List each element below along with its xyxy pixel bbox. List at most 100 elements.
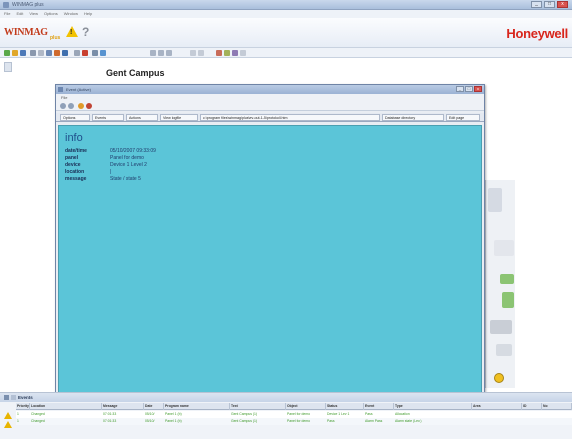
- app-icon[interactable]: [3, 2, 9, 8]
- winmag-plus-logo: plus: [50, 35, 61, 41]
- cell-status: Pass: [327, 419, 335, 423]
- paste-icon[interactable]: [54, 50, 60, 56]
- info-key: date/time: [65, 148, 87, 154]
- event-menu-file[interactable]: File: [61, 95, 67, 100]
- menu-help[interactable]: Help: [84, 10, 92, 18]
- column-header[interactable]: Status: [326, 403, 364, 410]
- event-window: Event (Active) _ □ x File Options Events…: [55, 84, 485, 396]
- cell-text: Gent Campus (1): [231, 412, 258, 416]
- dock-icon[interactable]: [11, 395, 16, 400]
- settings-icon[interactable]: [92, 50, 98, 56]
- info-key: device: [65, 162, 81, 168]
- refresh-icon[interactable]: [82, 50, 88, 56]
- cell-status: Device 1 Lev 1: [327, 412, 350, 416]
- cell-program: Panel 1 (b): [165, 412, 182, 416]
- detector-icon[interactable]: [494, 373, 504, 383]
- stop-icon[interactable]: [78, 103, 84, 109]
- maximize-button[interactable]: □: [544, 1, 555, 8]
- column-header[interactable]: Object: [286, 403, 326, 410]
- table-row[interactable]: 1 Changed 07:01:33 05/10/ Panel 1 (b) Ge…: [16, 418, 572, 425]
- tool-icon[interactable]: [232, 50, 238, 56]
- cell-event: Alarm Pass: [365, 419, 383, 423]
- menu-window[interactable]: Window: [64, 10, 78, 18]
- window-title: WINMAG plus: [12, 2, 44, 8]
- tab-edit-page[interactable]: Edit page: [446, 114, 480, 121]
- cell-event: Pass: [365, 412, 373, 416]
- menu-bar: File Edit View Options Window Help: [0, 10, 572, 18]
- canvas-handle[interactable]: [4, 62, 12, 72]
- tool-icon[interactable]: [158, 50, 164, 56]
- copy-icon[interactable]: [46, 50, 52, 56]
- column-header[interactable]: Message: [102, 403, 144, 410]
- save-icon[interactable]: [20, 50, 26, 56]
- menu-file[interactable]: File: [4, 10, 10, 18]
- tool-icon[interactable]: [224, 50, 230, 56]
- print-icon[interactable]: [30, 50, 36, 56]
- delete-icon[interactable]: [62, 50, 68, 56]
- tool-icon[interactable]: [150, 50, 156, 56]
- window-title-bar: WINMAG plus _ □ x: [0, 0, 572, 10]
- tool-icon[interactable]: [216, 50, 222, 56]
- event-window-icon: [58, 87, 63, 92]
- pin-icon[interactable]: [4, 395, 9, 400]
- tab-events[interactable]: Events: [92, 114, 124, 121]
- close-button[interactable]: x: [557, 1, 568, 8]
- tab-options[interactable]: Options: [60, 114, 90, 121]
- help-icon[interactable]: ?: [82, 25, 89, 39]
- column-header[interactable]: Priority: [16, 403, 30, 410]
- tool-icon[interactable]: [190, 50, 196, 56]
- column-header[interactable]: Program name: [164, 403, 230, 410]
- zoom-icon[interactable]: [74, 50, 80, 56]
- minimize-button[interactable]: _: [531, 1, 542, 8]
- cell-message: 07:01:33: [103, 412, 117, 416]
- tool-icon[interactable]: [198, 50, 204, 56]
- column-header[interactable]: Date: [144, 403, 164, 410]
- column-header[interactable]: Type: [394, 403, 472, 410]
- menu-options[interactable]: Options: [44, 10, 58, 18]
- warning-mark: !: [70, 29, 73, 36]
- floor-plan-block: [490, 320, 512, 334]
- menu-edit[interactable]: Edit: [16, 10, 23, 18]
- column-header[interactable]: Location: [30, 403, 102, 410]
- tab-view-logfile[interactable]: View logfile: [160, 114, 198, 121]
- home-icon[interactable]: [86, 103, 92, 109]
- cell-date: 05/10/: [145, 412, 155, 416]
- event-close-button[interactable]: x: [474, 86, 482, 92]
- info-panel: info date/time 05/10/2007 09:33:09 panel…: [58, 125, 482, 394]
- table-row[interactable]: 1 Changed 07:01:33 05/10/ Panel 1 (b) Ge…: [16, 411, 572, 418]
- info-value: Panel for demo: [110, 155, 144, 161]
- open-icon[interactable]: [12, 50, 18, 56]
- cell-location: Changed: [31, 419, 45, 423]
- back-icon[interactable]: [60, 103, 66, 109]
- floor-plan[interactable]: [485, 180, 515, 388]
- column-header[interactable]: ID: [522, 403, 542, 410]
- column-header[interactable]: Area: [472, 403, 522, 410]
- column-header[interactable]: Text: [230, 403, 286, 410]
- column-header[interactable]: Event: [364, 403, 394, 410]
- cell-location: Changed: [31, 412, 45, 416]
- events-panel: Events Priority Location Message Date Pr…: [0, 392, 572, 439]
- floor-plan-block: [500, 274, 514, 284]
- new-icon[interactable]: [4, 50, 10, 56]
- logo-bar: WINMAG plus ! ? Honeywell: [0, 18, 572, 48]
- cell-program: Panel 1 (b): [165, 419, 182, 423]
- tool-icon[interactable]: [166, 50, 172, 56]
- tab-database-directory[interactable]: Database directory: [382, 114, 444, 121]
- honeywell-logo: Honeywell: [506, 26, 568, 41]
- tab-logfile-path[interactable]: c:\program files\winmag\plus\ev-out-1-5\…: [200, 114, 380, 121]
- info-key: location: [65, 169, 85, 175]
- info-heading: info: [65, 132, 83, 144]
- cut-icon[interactable]: [38, 50, 44, 56]
- events-table-header: Priority Location Message Date Program n…: [16, 403, 572, 410]
- cell-type: Alarm state (Lev.): [395, 419, 422, 423]
- layers-icon[interactable]: [100, 50, 106, 56]
- column-header[interactable]: No: [542, 403, 572, 410]
- event-menu-bar: File: [56, 94, 484, 101]
- tab-actions[interactable]: Actions: [126, 114, 158, 121]
- event-minimize-button[interactable]: _: [456, 86, 464, 92]
- menu-view[interactable]: View: [29, 10, 38, 18]
- info-value: 05/10/2007 09:33:09: [110, 148, 156, 154]
- tool-icon[interactable]: [240, 50, 246, 56]
- event-maximize-button[interactable]: □: [465, 86, 473, 92]
- forward-icon[interactable]: [68, 103, 74, 109]
